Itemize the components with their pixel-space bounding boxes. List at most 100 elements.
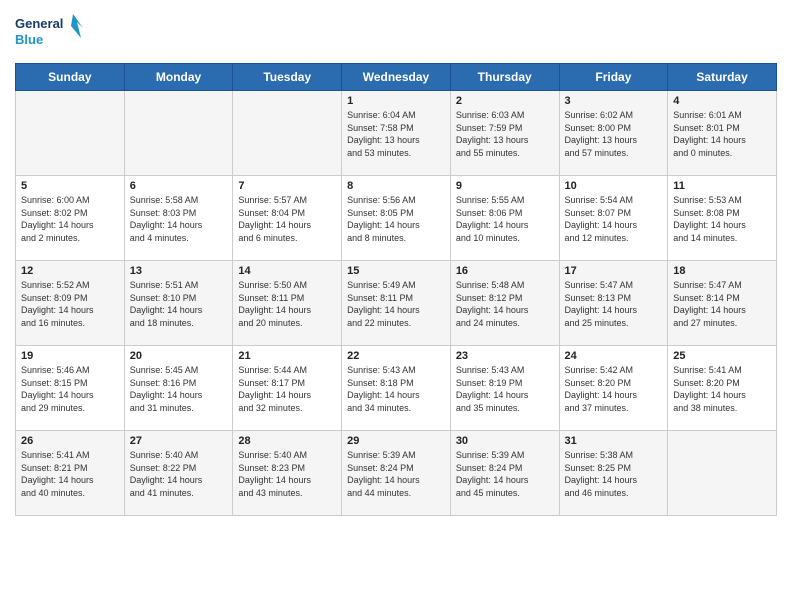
calendar-cell: 5 Sunrise: 6:00 AM Sunset: 8:02 PM Daylig… [16,176,125,261]
calendar-cell: 1 Sunrise: 6:04 AM Sunset: 7:58 PM Daylig… [342,91,451,176]
day-info: Sunrise: 5:38 AM Sunset: 8:25 PM Dayligh… [565,449,663,499]
calendar-cell: 14 Sunrise: 5:50 AM Sunset: 8:11 PM Dayli… [233,261,342,346]
day-number: 20 [130,350,228,362]
day-number: 8 [347,180,445,192]
header-day-thursday: Thursday [450,64,559,91]
day-info: Sunrise: 5:39 AM Sunset: 8:24 PM Dayligh… [347,449,445,499]
day-number: 28 [238,435,336,447]
calendar-cell: 6Sunrise: 5:58 AM Sunset: 8:03 PM Daylig… [124,176,233,261]
calendar-cell: 24 Sunrise: 5:42 AM Sunset: 8:20 PM Dayli… [559,346,668,431]
day-number: 1 [347,95,445,107]
day-number: 14 [238,265,336,277]
day-info: Sunrise: 5:48 AM Sunset: 8:12 PM Dayligh… [456,279,554,329]
day-number: 24 [565,350,663,362]
day-info: Sunrise: 5:51 AM Sunset: 8:10 PM Dayligh… [130,279,228,329]
day-number: 13 [130,265,228,277]
header-day-saturday: Saturday [668,64,777,91]
day-number: 23 [456,350,554,362]
calendar-cell: 13 Sunrise: 5:51 AM Sunset: 8:10 PM Dayli… [124,261,233,346]
day-info: Sunrise: 5:41 AM Sunset: 8:21 PM Dayligh… [21,449,119,499]
day-number: 25 [673,350,771,362]
day-info: Sunrise: 5:46 AM Sunset: 8:15 PM Dayligh… [21,364,119,414]
calendar-cell: 18 Sunrise: 5:47 AM Sunset: 8:14 PM Dayli… [668,261,777,346]
day-number: 9 [456,180,554,192]
calendar-cell: 25 Sunrise: 5:41 AM Sunset: 8:20 PM Dayli… [668,346,777,431]
day-number: 12 [21,265,119,277]
calendar-cell: 10 Sunrise: 5:54 AM Sunset: 8:07 PM Dayli… [559,176,668,261]
day-info: Sunrise: 5:55 AM Sunset: 8:06 PM Dayligh… [456,194,554,244]
calendar-cell [668,431,777,516]
day-info: Sunrise: 5:47 AM Sunset: 8:14 PM Dayligh… [673,279,771,329]
calendar-cell: 7 Sunrise: 5:57 AM Sunset: 8:04 PM Daylig… [233,176,342,261]
day-info: Sunrise: 5:44 AM Sunset: 8:17 PM Dayligh… [238,364,336,414]
day-number: 15 [347,265,445,277]
header-day-sunday: Sunday [16,64,125,91]
calendar-cell [16,91,125,176]
day-info: Sunrise: 5:53 AM Sunset: 8:08 PM Dayligh… [673,194,771,244]
calendar-week-row: 19 Sunrise: 5:46 AM Sunset: 8:15 PM Dayli… [16,346,777,431]
day-number: 27 [130,435,228,447]
day-number: 31 [565,435,663,447]
day-number: 7 [238,180,336,192]
header-day-wednesday: Wednesday [342,64,451,91]
day-info: Sunrise: 5:42 AM Sunset: 8:20 PM Dayligh… [565,364,663,414]
calendar-cell: 16 Sunrise: 5:48 AM Sunset: 8:12 PM Dayli… [450,261,559,346]
page-header: General Blue [15,10,777,55]
day-info: Sunrise: 5:43 AM Sunset: 8:19 PM Dayligh… [456,364,554,414]
day-number: 26 [21,435,119,447]
day-info: Sunrise: 5:39 AM Sunset: 8:24 PM Dayligh… [456,449,554,499]
calendar-cell: 23 Sunrise: 5:43 AM Sunset: 8:19 PM Dayli… [450,346,559,431]
day-number: 30 [456,435,554,447]
calendar-cell: 29 Sunrise: 5:39 AM Sunset: 8:24 PM Dayli… [342,431,451,516]
calendar-week-row: 26 Sunrise: 5:41 AM Sunset: 8:21 PM Dayli… [16,431,777,516]
day-info: Sunrise: 5:47 AM Sunset: 8:13 PM Dayligh… [565,279,663,329]
day-number: 11 [673,180,771,192]
day-info: Sunrise: 5:57 AM Sunset: 8:04 PM Dayligh… [238,194,336,244]
day-info: Sunrise: 6:01 AM Sunset: 8:01 PM Dayligh… [673,109,771,159]
day-number: 19 [21,350,119,362]
day-number: 6 [130,180,228,192]
calendar-cell: 22Sunrise: 5:43 AM Sunset: 8:18 PM Dayli… [342,346,451,431]
day-number: 3 [565,95,663,107]
day-number: 29 [347,435,445,447]
calendar-cell: 4Sunrise: 6:01 AM Sunset: 8:01 PM Daylig… [668,91,777,176]
day-info: Sunrise: 5:56 AM Sunset: 8:05 PM Dayligh… [347,194,445,244]
day-info: Sunrise: 5:54 AM Sunset: 8:07 PM Dayligh… [565,194,663,244]
calendar-cell: 20Sunrise: 5:45 AM Sunset: 8:16 PM Dayli… [124,346,233,431]
day-info: Sunrise: 5:52 AM Sunset: 8:09 PM Dayligh… [21,279,119,329]
calendar-cell [124,91,233,176]
header-day-monday: Monday [124,64,233,91]
logo: General Blue [15,10,85,55]
svg-text:General: General [15,16,63,31]
calendar-cell: 21 Sunrise: 5:44 AM Sunset: 8:17 PM Dayli… [233,346,342,431]
calendar-cell: 31 Sunrise: 5:38 AM Sunset: 8:25 PM Dayli… [559,431,668,516]
day-number: 18 [673,265,771,277]
calendar-body: 1 Sunrise: 6:04 AM Sunset: 7:58 PM Daylig… [16,91,777,516]
day-number: 16 [456,265,554,277]
day-info: Sunrise: 6:04 AM Sunset: 7:58 PM Dayligh… [347,109,445,159]
calendar-cell: 3 Sunrise: 6:02 AM Sunset: 8:00 PM Daylig… [559,91,668,176]
day-info: Sunrise: 5:43 AM Sunset: 8:18 PM Dayligh… [347,364,445,414]
day-info: Sunrise: 6:02 AM Sunset: 8:00 PM Dayligh… [565,109,663,159]
day-info: Sunrise: 5:40 AM Sunset: 8:22 PM Dayligh… [130,449,228,499]
day-info: Sunrise: 5:50 AM Sunset: 8:11 PM Dayligh… [238,279,336,329]
calendar-week-row: 1 Sunrise: 6:04 AM Sunset: 7:58 PM Daylig… [16,91,777,176]
calendar-cell: 2Sunrise: 6:03 AM Sunset: 7:59 PM Daylig… [450,91,559,176]
day-info: Sunrise: 5:41 AM Sunset: 8:20 PM Dayligh… [673,364,771,414]
day-number: 10 [565,180,663,192]
calendar-cell: 11 Sunrise: 5:53 AM Sunset: 8:08 PM Dayli… [668,176,777,261]
calendar-cell: 15Sunrise: 5:49 AM Sunset: 8:11 PM Dayli… [342,261,451,346]
day-number: 5 [21,180,119,192]
day-number: 21 [238,350,336,362]
calendar-cell: 17Sunrise: 5:47 AM Sunset: 8:13 PM Dayli… [559,261,668,346]
calendar-week-row: 12 Sunrise: 5:52 AM Sunset: 8:09 PM Dayli… [16,261,777,346]
svg-text:Blue: Blue [15,32,43,47]
calendar-cell: 27 Sunrise: 5:40 AM Sunset: 8:22 PM Dayli… [124,431,233,516]
day-info: Sunrise: 6:03 AM Sunset: 7:59 PM Dayligh… [456,109,554,159]
calendar-cell [233,91,342,176]
header-day-tuesday: Tuesday [233,64,342,91]
logo-svg: General Blue [15,10,85,55]
calendar-week-row: 5 Sunrise: 6:00 AM Sunset: 8:02 PM Daylig… [16,176,777,261]
day-info: Sunrise: 6:00 AM Sunset: 8:02 PM Dayligh… [21,194,119,244]
calendar-cell: 28Sunrise: 5:40 AM Sunset: 8:23 PM Dayli… [233,431,342,516]
